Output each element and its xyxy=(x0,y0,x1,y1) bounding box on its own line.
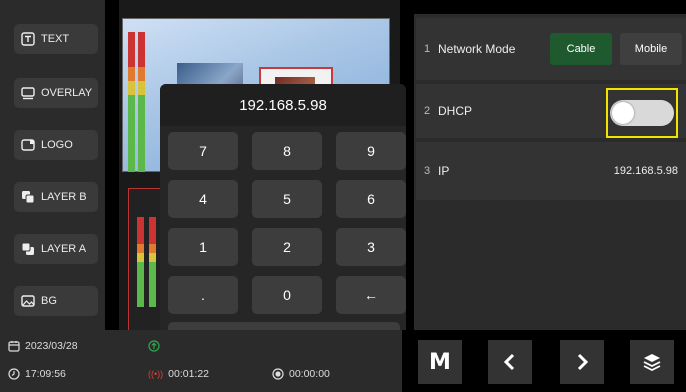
key-0[interactable]: 0 xyxy=(252,276,322,314)
key-1[interactable]: 1 xyxy=(168,228,238,266)
stream-time-text: 00:01:22 xyxy=(168,368,210,380)
network-mode-row: 1 Network Mode Cable Mobile xyxy=(416,18,686,80)
key-4[interactable]: 4 xyxy=(168,180,238,218)
overlay-label: OVERLAY xyxy=(41,87,93,99)
bg-button[interactable]: BG xyxy=(14,286,98,316)
logo-icon xyxy=(21,139,35,151)
ip-row[interactable]: 3 IP 192.168.5.98 xyxy=(416,142,686,200)
next-button[interactable] xyxy=(560,340,604,384)
ip-display: 192.168.5.98 xyxy=(160,84,406,126)
status-bar: 2023/03/28 17:09:56 ((•)) 00:01:22 00:00… xyxy=(0,330,402,392)
record-time-text: 00:00:00 xyxy=(289,368,330,380)
dhcp-label: DHCP xyxy=(438,104,473,118)
key-7[interactable]: 7 xyxy=(168,132,238,170)
date-text: 2023/03/28 xyxy=(25,340,78,352)
backspace-key[interactable]: ← xyxy=(336,276,406,314)
menu-button[interactable]: M xyxy=(418,340,462,384)
text-label: TEXT xyxy=(41,33,70,45)
ip-label: IP xyxy=(438,164,450,178)
time-text: 17:09:56 xyxy=(25,368,66,380)
upload-icon xyxy=(148,340,160,352)
layer-a-button[interactable]: LAYER A xyxy=(14,234,98,264)
key-dot[interactable]: . xyxy=(168,276,238,314)
text-box-icon xyxy=(21,32,35,46)
row-number: 2 xyxy=(423,105,431,117)
monitor-icon xyxy=(21,87,35,100)
text-button[interactable]: TEXT xyxy=(14,24,98,54)
stack-layers-icon xyxy=(643,354,661,372)
chevron-right-icon xyxy=(577,353,589,371)
key-5[interactable]: 5 xyxy=(252,180,322,218)
record-icon xyxy=(272,368,284,380)
toggle-knob xyxy=(612,102,634,124)
layers-button[interactable] xyxy=(630,340,674,384)
bg-label: BG xyxy=(41,295,57,307)
chevron-left-icon xyxy=(503,353,515,371)
logo-label: LOGO xyxy=(41,139,73,151)
stream-time-row: ((•)) 00:01:22 xyxy=(148,368,209,380)
previous-button[interactable] xyxy=(488,340,532,384)
live-icon: ((•)) xyxy=(148,369,164,379)
time-row: 17:09:56 xyxy=(8,368,66,380)
overlay-button[interactable]: OVERLAY xyxy=(14,78,98,108)
ip-value: 192.168.5.98 xyxy=(613,165,678,177)
layer-a-label: LAYER A xyxy=(41,243,87,255)
key-9[interactable]: 9 xyxy=(336,132,406,170)
key-2[interactable]: 2 xyxy=(252,228,322,266)
cable-option[interactable]: Cable xyxy=(550,33,612,65)
layers-a-icon xyxy=(21,242,34,255)
toggle-track xyxy=(610,100,674,126)
key-8[interactable]: 8 xyxy=(252,132,322,170)
layer-b-button[interactable]: LAYER B xyxy=(14,182,98,212)
key-6[interactable]: 6 xyxy=(336,180,406,218)
network-mode-label: Network Mode xyxy=(438,42,516,56)
mobile-option[interactable]: Mobile xyxy=(620,33,682,65)
layer-b-label: LAYER B xyxy=(41,191,87,203)
layers-b-icon xyxy=(22,191,35,204)
row-number: 1 xyxy=(423,43,431,55)
logo-button[interactable]: LOGO xyxy=(14,130,98,160)
m-icon: M xyxy=(429,349,451,375)
calendar-icon xyxy=(8,341,20,352)
image-icon xyxy=(21,295,35,307)
date-row: 2023/03/28 xyxy=(8,340,78,352)
dhcp-toggle[interactable] xyxy=(606,88,678,138)
audio-meter-top xyxy=(128,32,148,172)
row-number: 3 xyxy=(423,165,431,177)
numeric-keypad: 192.168.5.98 789456123.0← Enter xyxy=(160,84,406,366)
clock-icon xyxy=(8,368,20,380)
audio-meter-bottom xyxy=(128,188,164,332)
record-time-row: 00:00:00 xyxy=(272,368,330,380)
key-3[interactable]: 3 xyxy=(336,228,406,266)
upload-status xyxy=(148,340,160,352)
